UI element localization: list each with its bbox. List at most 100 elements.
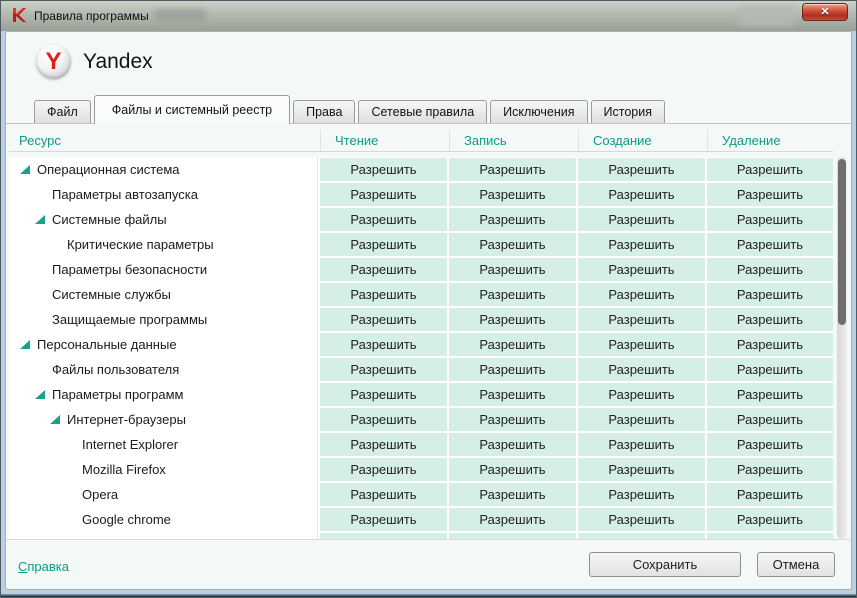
permission-button[interactable]: Разрешить bbox=[320, 208, 447, 231]
permission-button[interactable]: Разрешить bbox=[578, 258, 705, 281]
expander-icon[interactable] bbox=[50, 415, 60, 424]
permission-button[interactable]: Разрешить bbox=[707, 458, 833, 481]
permission-button[interactable]: Разрешить bbox=[449, 358, 576, 381]
permission-button[interactable]: Разрешить bbox=[449, 233, 576, 256]
permission-button[interactable]: Разрешить bbox=[449, 183, 576, 206]
permission-button[interactable]: Разрешить bbox=[578, 358, 705, 381]
permission-button[interactable]: Разрешить bbox=[707, 383, 833, 406]
yandex-logo-icon: Y bbox=[36, 44, 71, 79]
expander-icon[interactable] bbox=[35, 390, 45, 399]
help-link[interactable]: Справка bbox=[18, 559, 69, 574]
tree-cell[interactable]: Mozilla Firefox bbox=[9, 457, 318, 482]
permission-button[interactable]: Разрешить bbox=[449, 208, 576, 231]
permission-button[interactable]: Разрешить bbox=[578, 233, 705, 256]
table-row: Файлы пользователя Разрешить Разрешить Разр… bbox=[9, 357, 833, 382]
tab-exclusions[interactable]: Исключения bbox=[490, 100, 588, 123]
permission-button[interactable]: Разрешить bbox=[320, 433, 447, 456]
permission-button[interactable]: Разрешить bbox=[449, 258, 576, 281]
permission-button[interactable]: Разрешить bbox=[707, 358, 833, 381]
permission-button[interactable]: Разрешить bbox=[320, 333, 447, 356]
tab-rights[interactable]: Права bbox=[293, 100, 356, 123]
permission-button[interactable]: Разрешить bbox=[449, 408, 576, 431]
permission-button[interactable]: Разрешить bbox=[578, 308, 705, 331]
tab-files-and-registry[interactable]: Файлы и системный реестр bbox=[93, 95, 291, 124]
tree-cell[interactable]: Internet Explorer bbox=[9, 432, 318, 457]
save-button[interactable]: Сохранить bbox=[589, 552, 741, 577]
permission-button[interactable]: Разрешить bbox=[578, 483, 705, 506]
permission-button[interactable]: Разрешить bbox=[578, 508, 705, 531]
permission-button[interactable]: Разрешить bbox=[320, 233, 447, 256]
row-label: Файлы пользователя bbox=[52, 362, 180, 377]
permission-button[interactable]: Разрешить bbox=[320, 408, 447, 431]
permission-button[interactable]: Разрешить bbox=[320, 283, 447, 306]
permission-button[interactable]: Разрешить bbox=[707, 183, 833, 206]
permission-button[interactable]: Разрешить bbox=[320, 258, 447, 281]
cancel-button[interactable]: Отмена bbox=[757, 552, 835, 577]
permission-button[interactable]: Разрешить bbox=[449, 308, 576, 331]
vertical-scrollbar[interactable] bbox=[837, 157, 847, 539]
permission-button[interactable]: Разрешить bbox=[449, 333, 576, 356]
permission-button[interactable]: Разрешить bbox=[707, 483, 833, 506]
permission-button[interactable]: Разрешить bbox=[449, 433, 576, 456]
permission-button[interactable]: Разрешить bbox=[578, 433, 705, 456]
permission-button[interactable]: Разрешить bbox=[449, 383, 576, 406]
tree-cell[interactable]: Параметры программ bbox=[9, 382, 318, 407]
table-header-row: Ресурс Чтение Запись Создание Удаление bbox=[9, 130, 833, 152]
tab-network-rules[interactable]: Сетевые правила bbox=[358, 100, 488, 123]
expander-icon[interactable] bbox=[20, 340, 30, 349]
permission-button[interactable]: Разрешить bbox=[320, 458, 447, 481]
permission-button[interactable]: Разрешить bbox=[320, 383, 447, 406]
permission-button[interactable]: Разрешить bbox=[578, 458, 705, 481]
application-name: Yandex bbox=[83, 49, 153, 73]
permission-button[interactable]: Разрешить bbox=[707, 508, 833, 531]
permission-button[interactable]: Разрешить bbox=[578, 283, 705, 306]
dialog-footer: Справка Сохранить Отмена bbox=[6, 539, 851, 589]
permission-button[interactable]: Разрешить bbox=[707, 433, 833, 456]
permission-button[interactable]: Разрешить bbox=[707, 308, 833, 331]
tree-cell[interactable] bbox=[9, 532, 318, 539]
permission-button[interactable]: Разрешить bbox=[578, 183, 705, 206]
tree-cell[interactable]: Системные файлы bbox=[9, 207, 318, 232]
close-button[interactable]: ✕ bbox=[802, 3, 848, 21]
permission-button[interactable]: Разрешить bbox=[320, 158, 447, 181]
permission-button[interactable]: Разрешить bbox=[320, 183, 447, 206]
table-row: Интернет-браузеры Разрешить Разрешить Разре… bbox=[9, 407, 833, 432]
expander-icon[interactable] bbox=[35, 215, 45, 224]
tree-cell[interactable]: Защищаемые программы bbox=[9, 307, 318, 332]
tab-history[interactable]: История bbox=[590, 100, 666, 123]
permission-button[interactable]: Разрешить bbox=[449, 283, 576, 306]
permission-button[interactable]: Разрешить bbox=[578, 208, 705, 231]
tree-cell[interactable]: Критические параметры bbox=[9, 232, 318, 257]
permission-button[interactable]: Разрешить bbox=[320, 308, 447, 331]
permission-button[interactable]: Разрешить bbox=[578, 408, 705, 431]
permission-button[interactable]: Разрешить bbox=[707, 208, 833, 231]
tree-cell[interactable]: Файлы пользователя bbox=[9, 357, 318, 382]
permission-button[interactable]: Разрешить bbox=[707, 258, 833, 281]
permission-button[interactable]: Разрешить bbox=[707, 233, 833, 256]
permission-button[interactable]: Разрешить bbox=[320, 358, 447, 381]
tree-cell[interactable]: Персональные данные bbox=[9, 332, 318, 357]
permission-button[interactable]: Разрешить bbox=[449, 483, 576, 506]
tree-cell[interactable]: Параметры безопасности bbox=[9, 257, 318, 282]
permission-button[interactable]: Разрешить bbox=[449, 158, 576, 181]
permission-button[interactable]: Разрешить bbox=[707, 408, 833, 431]
permission-button[interactable]: Разрешить bbox=[320, 483, 447, 506]
permission-button[interactable]: Разрешить bbox=[578, 333, 705, 356]
expander-icon[interactable] bbox=[20, 165, 30, 174]
tree-cell[interactable]: Системные службы bbox=[9, 282, 318, 307]
permission-button[interactable]: Разрешить bbox=[707, 158, 833, 181]
tree-cell[interactable]: Операционная система bbox=[9, 157, 318, 182]
permission-button[interactable]: Разрешить bbox=[449, 508, 576, 531]
tree-cell[interactable]: Параметры автозапуска bbox=[9, 182, 318, 207]
scrollbar-thumb[interactable] bbox=[838, 159, 846, 325]
tree-cell[interactable]: Google chrome bbox=[9, 507, 318, 532]
permission-button[interactable]: Разрешить bbox=[578, 158, 705, 181]
permission-button[interactable]: Разрешить bbox=[578, 383, 705, 406]
tab-file[interactable]: Файл bbox=[34, 100, 91, 123]
permission-button[interactable]: Разрешить bbox=[449, 458, 576, 481]
permission-button[interactable]: Разрешить bbox=[707, 283, 833, 306]
permission-button[interactable]: Разрешить bbox=[320, 508, 447, 531]
tree-cell[interactable]: Opera bbox=[9, 482, 318, 507]
tree-cell[interactable]: Интернет-браузеры bbox=[9, 407, 318, 432]
permission-button[interactable]: Разрешить bbox=[707, 333, 833, 356]
